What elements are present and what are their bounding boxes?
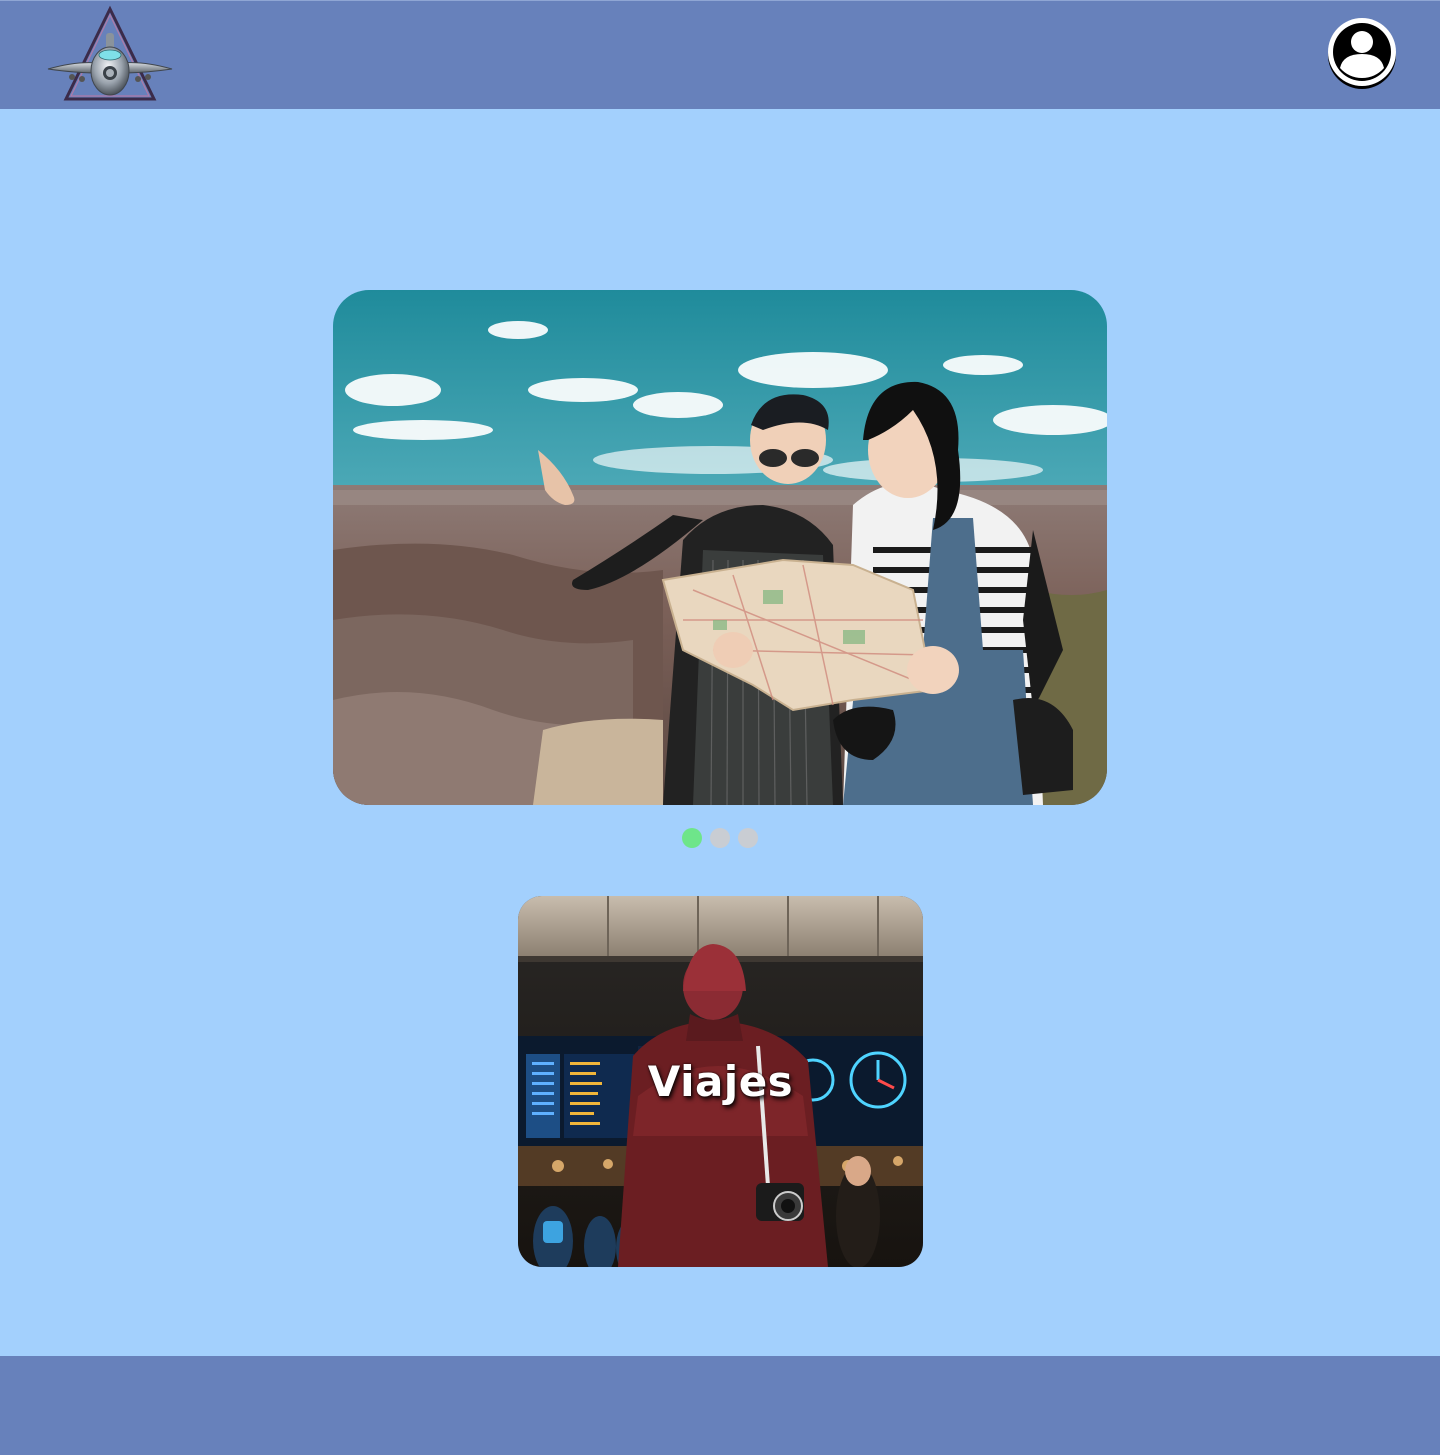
carousel-dot-1[interactable] <box>682 828 702 848</box>
page-footer <box>0 1356 1440 1455</box>
user-profile-icon[interactable] <box>1327 18 1397 92</box>
top-header <box>0 0 1440 109</box>
carousel-slide-image <box>333 290 1107 805</box>
carousel-indicators <box>682 828 760 848</box>
carousel-dot-3[interactable] <box>738 828 758 848</box>
card-title: Viajes <box>647 1057 794 1106</box>
viajes-category-card[interactable]: Viajes <box>518 896 923 1267</box>
carousel-dot-2[interactable] <box>710 828 730 848</box>
airplane-logo-icon[interactable] <box>46 5 174 101</box>
